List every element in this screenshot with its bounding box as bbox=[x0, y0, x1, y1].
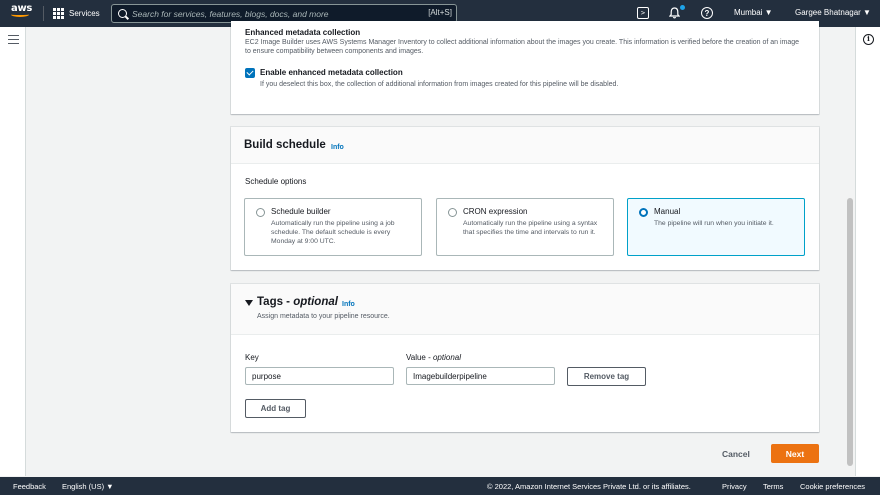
services-menu-button[interactable]: Services bbox=[53, 0, 100, 27]
grid-icon bbox=[53, 8, 64, 19]
next-button[interactable]: Next bbox=[771, 444, 819, 463]
tag-key-label: Key bbox=[245, 353, 259, 362]
tags-description: Assign metadata to your pipeline resourc… bbox=[257, 313, 390, 320]
schedule-builder-option[interactable]: Schedule builder Automatically run the p… bbox=[244, 198, 422, 256]
enhanced-metadata-checkbox-description: If you deselect this box, the collection… bbox=[260, 81, 619, 88]
enhanced-metadata-panel: Enhanced metadata collection EC2 Image B… bbox=[231, 21, 819, 114]
bell-icon[interactable] bbox=[668, 7, 680, 19]
tag-value-label-main: Value - bbox=[406, 353, 433, 362]
enhanced-metadata-title: Enhanced metadata collection bbox=[245, 28, 361, 37]
caret-down-icon[interactable] bbox=[245, 300, 253, 306]
left-rail bbox=[0, 27, 26, 476]
search-shortcut: [Alt+S] bbox=[428, 8, 452, 17]
search-icon bbox=[118, 9, 127, 18]
terms-link[interactable]: Terms bbox=[763, 482, 783, 491]
tag-value-label: Value - optional bbox=[406, 353, 461, 362]
cookie-preferences-link[interactable]: Cookie preferences bbox=[800, 482, 865, 491]
enhanced-metadata-description: EC2 Image Builder uses AWS Systems Manag… bbox=[245, 39, 800, 55]
services-label: Services bbox=[69, 9, 100, 18]
cron-expression-option[interactable]: CRON expression Automatically run the pi… bbox=[436, 198, 614, 256]
region-selector[interactable]: Mumbai ▼ bbox=[734, 8, 773, 17]
cron-expression-description: Automatically run the pipeline using a s… bbox=[463, 220, 598, 236]
cron-expression-title: CRON expression bbox=[463, 207, 528, 216]
aws-logo-text: aws bbox=[11, 3, 33, 14]
build-schedule-panel: Build schedule Info Schedule options Sch… bbox=[231, 127, 819, 270]
remove-tag-button[interactable]: Remove tag bbox=[567, 367, 646, 386]
menu-icon[interactable] bbox=[8, 35, 19, 44]
build-schedule-header: Build schedule Info bbox=[231, 127, 819, 164]
manual-radio[interactable] bbox=[639, 208, 648, 217]
cancel-button[interactable]: Cancel bbox=[722, 449, 750, 459]
copyright-text: © 2022, Amazon Internet Services Private… bbox=[487, 482, 691, 491]
cloudshell-icon[interactable]: > bbox=[637, 7, 649, 19]
add-tag-button[interactable]: Add tag bbox=[245, 399, 306, 418]
tags-title-optional: optional bbox=[293, 296, 338, 308]
tags-info-link[interactable]: Info bbox=[342, 301, 355, 308]
tags-header[interactable]: Tags - optional Info Assign metadata to … bbox=[231, 284, 819, 335]
info-panel-icon[interactable]: i bbox=[863, 34, 874, 45]
tag-key-input[interactable]: purpose bbox=[245, 367, 394, 385]
scrollbar-thumb[interactable] bbox=[847, 198, 853, 466]
scrollbar[interactable] bbox=[846, 27, 854, 476]
aws-logo[interactable]: aws bbox=[11, 4, 35, 22]
notification-dot bbox=[680, 5, 685, 10]
schedule-builder-radio[interactable] bbox=[256, 208, 265, 217]
manual-option[interactable]: Manual The pipeline will run when you in… bbox=[627, 198, 805, 256]
search-input[interactable] bbox=[132, 7, 412, 20]
manual-title: Manual bbox=[654, 207, 681, 216]
tag-value-label-optional: optional bbox=[432, 353, 462, 362]
footer: Feedback English (US) ▼ © 2022, Amazon I… bbox=[0, 477, 880, 495]
feedback-link[interactable]: Feedback bbox=[13, 482, 46, 491]
right-rail: i bbox=[855, 27, 880, 476]
tags-title: Tags - optional bbox=[257, 296, 338, 308]
language-selector[interactable]: English (US) ▼ bbox=[62, 482, 114, 491]
enhanced-metadata-checkbox[interactable] bbox=[245, 68, 255, 78]
privacy-link[interactable]: Privacy bbox=[722, 482, 747, 491]
tags-title-main: Tags - bbox=[257, 296, 294, 308]
cron-expression-radio[interactable] bbox=[448, 208, 457, 217]
help-icon[interactable]: ? bbox=[701, 7, 713, 19]
enhanced-metadata-checkbox-label[interactable]: Enable enhanced metadata collection bbox=[260, 68, 403, 77]
schedule-options-label: Schedule options bbox=[245, 177, 307, 186]
build-schedule-title: Build schedule bbox=[244, 139, 326, 151]
manual-description: The pipeline will run when you initiate … bbox=[654, 220, 774, 227]
tag-value-input[interactable]: Imagebuilderpipeline bbox=[406, 367, 555, 385]
user-menu[interactable]: Gargee Bhatnagar ▼ bbox=[795, 8, 871, 17]
tags-panel: Tags - optional Info Assign metadata to … bbox=[231, 284, 819, 432]
schedule-builder-title: Schedule builder bbox=[271, 207, 331, 216]
schedule-builder-description: Automatically run the pipeline using a j… bbox=[271, 220, 395, 245]
build-schedule-info-link[interactable]: Info bbox=[331, 144, 344, 151]
nav-divider bbox=[43, 6, 44, 21]
